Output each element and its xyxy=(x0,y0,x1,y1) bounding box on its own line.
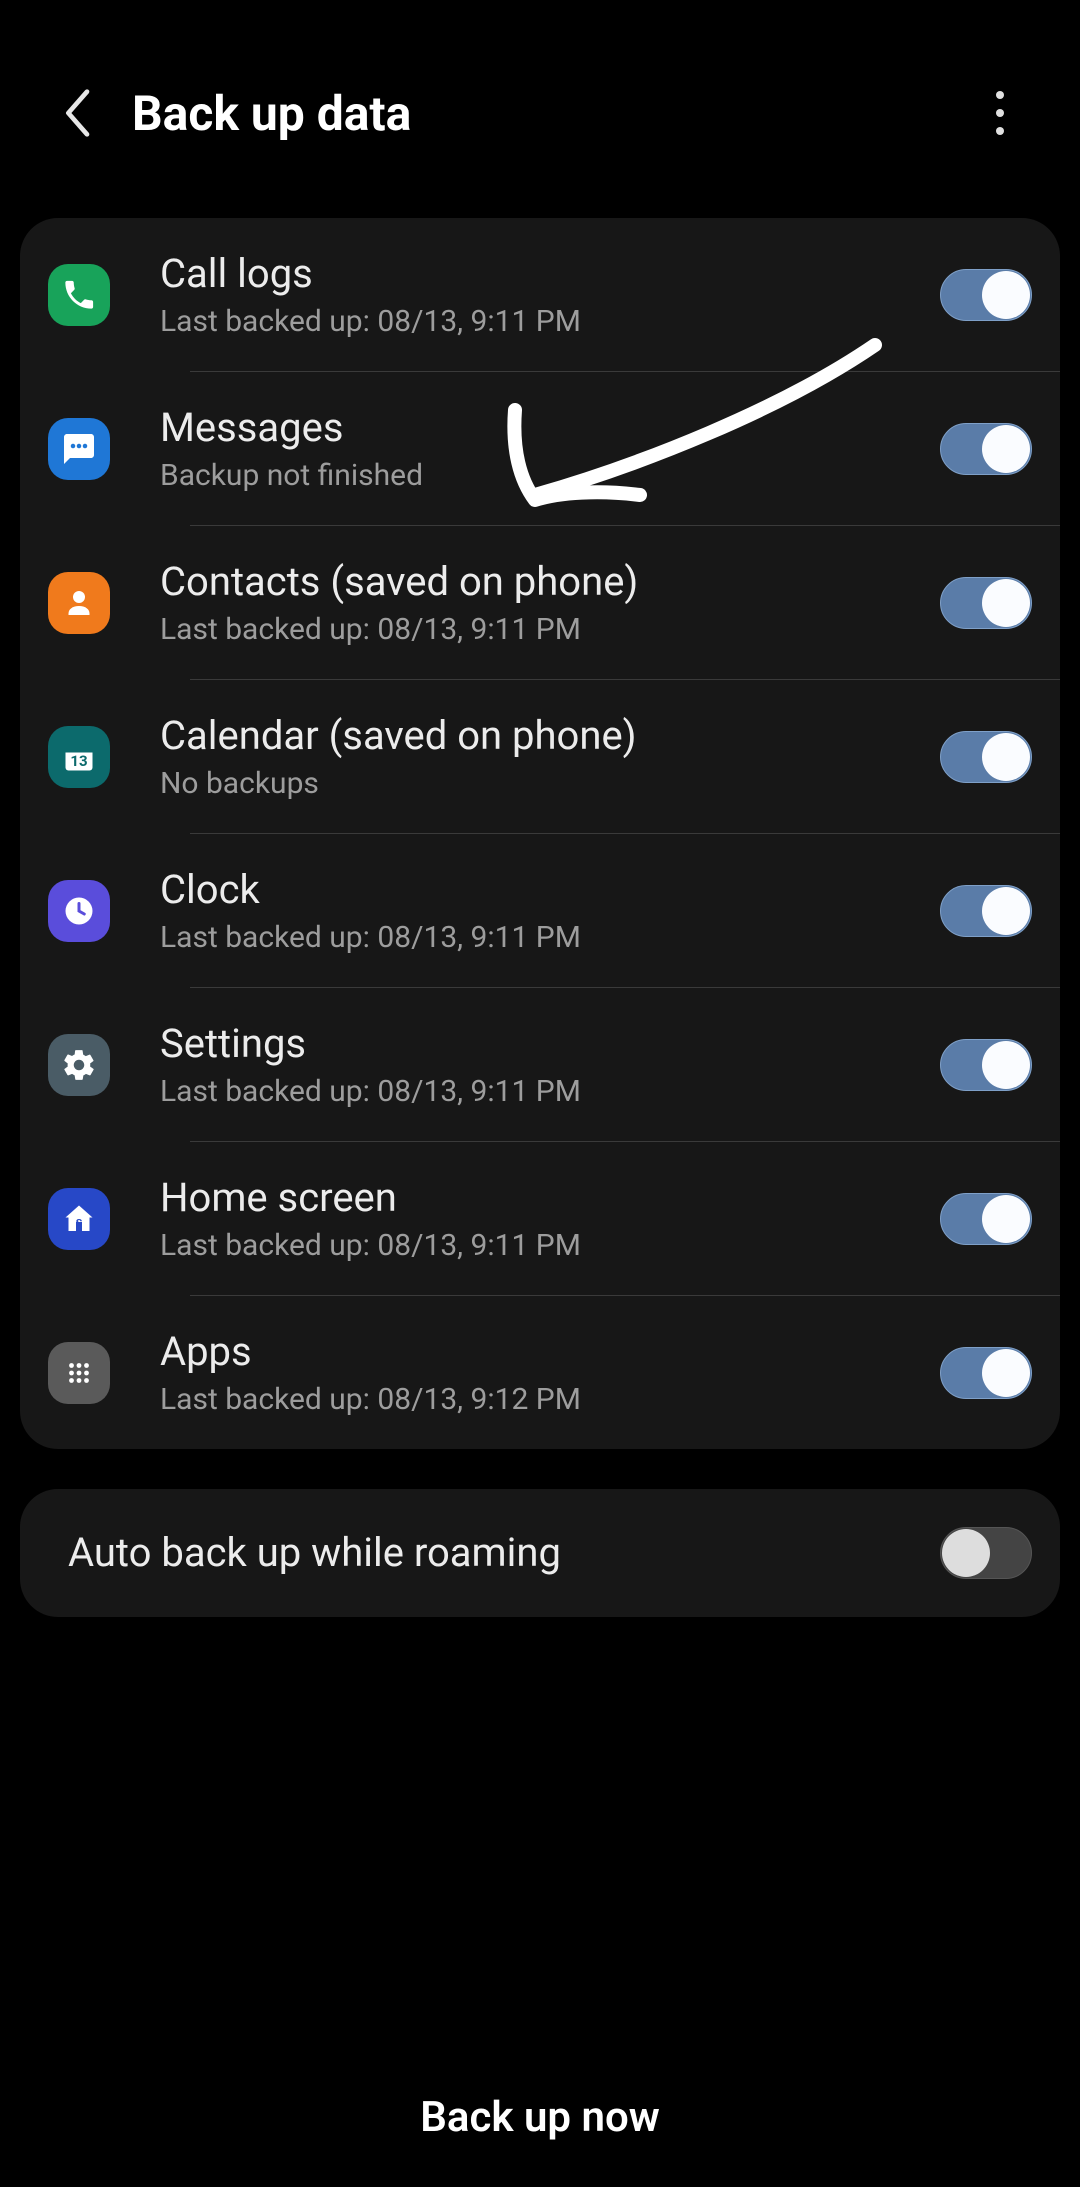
item-title: Call logs xyxy=(160,250,940,298)
messages-toggle[interactable] xyxy=(940,423,1032,475)
chat-icon xyxy=(48,418,110,480)
item-subtitle: Last backed up: 08/13, 9:11 PM xyxy=(160,612,940,647)
item-title: Messages xyxy=(160,404,940,452)
backup-item-contacts[interactable]: Contacts (saved on phone) Last backed up… xyxy=(20,526,1060,679)
home-icon: S xyxy=(48,1188,110,1250)
item-title: Apps xyxy=(160,1328,940,1376)
bottom-bar: Back up now xyxy=(0,2047,1080,2187)
roaming-card: Auto back up while roaming xyxy=(20,1489,1060,1617)
backup-item-calendar[interactable]: 13 Calendar (saved on phone) No backups xyxy=(20,680,1060,833)
backup-item-home[interactable]: S Home screen Last backed up: 08/13, 9:1… xyxy=(20,1142,1060,1295)
calendar-toggle[interactable] xyxy=(940,731,1032,783)
backup-item-apps[interactable]: Apps Last backed up: 08/13, 9:12 PM xyxy=(20,1296,1060,1449)
person-icon xyxy=(48,572,110,634)
roaming-title: Auto back up while roaming xyxy=(68,1529,940,1577)
item-title: Settings xyxy=(160,1020,940,1068)
item-title: Home screen xyxy=(160,1174,940,1222)
backup-item-settings[interactable]: Settings Last backed up: 08/13, 9:11 PM xyxy=(20,988,1060,1141)
svg-text:S: S xyxy=(76,1216,83,1229)
chevron-left-icon xyxy=(63,89,95,137)
apps-toggle[interactable] xyxy=(940,1347,1032,1399)
item-subtitle: Last backed up: 08/13, 9:11 PM xyxy=(160,304,940,339)
item-title: Clock xyxy=(160,866,940,914)
item-subtitle: Last backed up: 08/13, 9:11 PM xyxy=(160,920,940,955)
item-subtitle: Backup not finished xyxy=(160,458,940,493)
gear-icon xyxy=(48,1034,110,1096)
back-button[interactable] xyxy=(44,78,114,148)
call-logs-toggle[interactable] xyxy=(940,269,1032,321)
home-toggle[interactable] xyxy=(940,1193,1032,1245)
more-options-button[interactable] xyxy=(970,78,1030,148)
clock-icon xyxy=(48,880,110,942)
roaming-toggle[interactable] xyxy=(940,1527,1032,1579)
item-subtitle: Last backed up: 08/13, 9:11 PM xyxy=(160,1074,940,1109)
page-title: Back up data xyxy=(132,85,970,142)
item-title: Calendar (saved on phone) xyxy=(160,712,940,760)
item-subtitle: Last backed up: 08/13, 9:11 PM xyxy=(160,1228,940,1263)
settings-toggle[interactable] xyxy=(940,1039,1032,1091)
grid-icon xyxy=(48,1342,110,1404)
item-title: Contacts (saved on phone) xyxy=(160,558,940,606)
clock-toggle[interactable] xyxy=(940,885,1032,937)
backup-items-list: Call logs Last backed up: 08/13, 9:11 PM… xyxy=(20,218,1060,1449)
calendar-icon: 13 xyxy=(48,726,110,788)
item-subtitle: Last backed up: 08/13, 9:12 PM xyxy=(160,1382,940,1417)
more-icon xyxy=(996,91,1004,99)
backup-now-button[interactable]: Back up now xyxy=(420,2093,659,2142)
backup-item-clock[interactable]: Clock Last backed up: 08/13, 9:11 PM xyxy=(20,834,1060,987)
header: Back up data xyxy=(0,0,1080,208)
backup-item-call-logs[interactable]: Call logs Last backed up: 08/13, 9:11 PM xyxy=(20,218,1060,371)
contacts-toggle[interactable] xyxy=(940,577,1032,629)
svg-text:13: 13 xyxy=(70,752,87,770)
item-subtitle: No backups xyxy=(160,766,940,801)
backup-item-messages[interactable]: Messages Backup not finished xyxy=(20,372,1060,525)
phone-icon xyxy=(48,264,110,326)
